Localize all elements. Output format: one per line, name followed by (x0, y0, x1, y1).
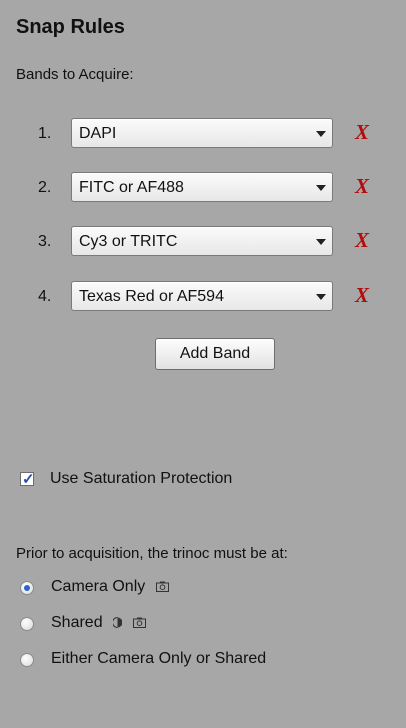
band-row: 1. DAPI X (0, 118, 406, 150)
band-select-value: Cy3 or TRITC (79, 233, 178, 250)
radio-label[interactable]: Either Camera Only or Shared (51, 650, 266, 668)
add-band-button[interactable]: Add Band (155, 338, 275, 370)
band-select-value: DAPI (79, 125, 117, 142)
band-select[interactable]: FITC or AF488 (71, 172, 333, 202)
radio-label[interactable]: Camera Only (51, 578, 169, 596)
band-row: 4. Texas Red or AF594 X (0, 281, 406, 313)
chevron-down-icon (316, 294, 326, 300)
remove-band-icon[interactable]: X (351, 283, 373, 307)
chevron-down-icon (316, 131, 326, 137)
radio-label[interactable]: Shared (51, 614, 146, 632)
trinoc-position-label: Prior to acquisition, the trinoc must be… (16, 545, 288, 562)
camera-icon (155, 581, 169, 593)
panel-title: Snap Rules (16, 16, 125, 38)
snap-rules-panel: Snap Rules Bands to Acquire: 1. DAPI X 2… (0, 0, 406, 728)
radio-button[interactable] (20, 653, 34, 667)
bands-label: Bands to Acquire: (16, 66, 134, 83)
chevron-down-icon (316, 185, 326, 191)
band-select[interactable]: DAPI (71, 118, 333, 148)
band-select[interactable]: Cy3 or TRITC (71, 226, 333, 256)
band-number: 2. (38, 179, 52, 196)
band-row: 2. FITC or AF488 X (0, 172, 406, 204)
saturation-protection-checkbox[interactable]: ✓ (20, 471, 35, 488)
remove-band-icon[interactable]: X (351, 174, 373, 198)
remove-band-icon[interactable]: X (351, 228, 373, 252)
chevron-down-icon (316, 239, 326, 245)
band-select[interactable]: Texas Red or AF594 (71, 281, 333, 311)
band-number: 3. (38, 233, 52, 250)
band-select-value: FITC or AF488 (79, 179, 184, 196)
radio-button[interactable] (20, 617, 34, 631)
remove-band-icon[interactable]: X (351, 120, 373, 144)
radio-button[interactable] (20, 581, 34, 595)
eyepiece-icon (113, 617, 123, 629)
band-number: 4. (38, 288, 52, 305)
saturation-protection-label[interactable]: Use Saturation Protection (50, 470, 232, 488)
band-number: 1. (38, 125, 52, 142)
checkmark-icon: ✓ (22, 471, 35, 488)
camera-icon (132, 617, 146, 629)
band-select-value: Texas Red or AF594 (79, 288, 224, 305)
band-row: 3. Cy3 or TRITC X (0, 226, 406, 258)
